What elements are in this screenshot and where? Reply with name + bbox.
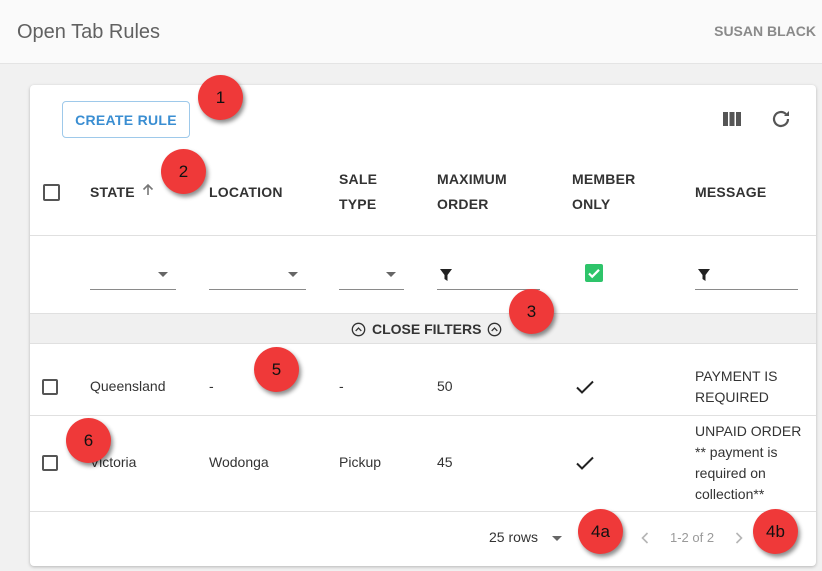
cell-maximum-order: 45 bbox=[437, 454, 453, 470]
cell-location: - bbox=[209, 378, 214, 394]
user-name[interactable]: SUSAN BLACK bbox=[714, 23, 816, 39]
filter-toggle-bar: CLOSE FILTERS bbox=[30, 313, 816, 344]
chevron-left-icon[interactable] bbox=[639, 531, 651, 545]
column-header-sale-type[interactable]: SALE TYPE bbox=[339, 167, 399, 217]
callout-marker: 2 bbox=[161, 149, 206, 194]
column-header-location[interactable]: LOCATION bbox=[209, 180, 283, 205]
callout-marker: 5 bbox=[254, 347, 299, 392]
filter-icon bbox=[698, 269, 710, 281]
row-checkbox[interactable] bbox=[42, 379, 58, 395]
chevron-down-icon bbox=[288, 272, 298, 277]
filter-icon bbox=[440, 269, 452, 281]
cell-sale-type: Pickup bbox=[339, 454, 382, 470]
column-header-state[interactable]: STATE bbox=[90, 180, 135, 205]
select-all-checkbox[interactable] bbox=[43, 184, 60, 201]
check-icon bbox=[576, 456, 594, 470]
chevron-down-icon bbox=[158, 272, 168, 277]
callout-marker: 6 bbox=[66, 418, 111, 463]
callout-marker: 3 bbox=[509, 289, 554, 334]
sort-ascending-icon[interactable] bbox=[140, 182, 156, 198]
page-title: Open Tab Rules bbox=[17, 21, 161, 43]
check-icon bbox=[588, 269, 600, 279]
column-header-message[interactable]: MESSAGE bbox=[695, 180, 766, 205]
cell-sale-type: - bbox=[339, 378, 344, 394]
rules-table-card: CREATE RULE STATE LOCATION SALE TYPE MAX… bbox=[30, 85, 816, 566]
callout-marker: 4a bbox=[578, 509, 623, 554]
close-filters-button[interactable]: CLOSE FILTERS bbox=[351, 320, 502, 338]
chevron-down-icon[interactable] bbox=[552, 536, 562, 541]
create-rule-button[interactable]: CREATE RULE bbox=[62, 101, 190, 138]
rows-per-page-select[interactable]: 25 rows bbox=[489, 529, 538, 545]
divider bbox=[30, 415, 816, 416]
callout-marker: 1 bbox=[198, 75, 243, 120]
chevron-right-icon[interactable] bbox=[733, 531, 745, 545]
member-only-filter-checkbox[interactable] bbox=[585, 264, 603, 282]
sale-type-filter-select[interactable] bbox=[339, 260, 404, 290]
column-header-member-only[interactable]: MEMBER ONLY bbox=[572, 167, 652, 217]
refresh-icon[interactable] bbox=[769, 107, 793, 131]
divider bbox=[30, 511, 816, 512]
pagination-range: 1-2 of 2 bbox=[670, 530, 715, 545]
cell-message: UNPAID ORDER ** payment is required on c… bbox=[695, 423, 802, 502]
maximum-order-filter-input[interactable] bbox=[437, 260, 540, 290]
state-filter-select[interactable] bbox=[90, 260, 176, 290]
app-header: Open Tab Rules SUSAN BLACK bbox=[0, 0, 822, 64]
cell-message: PAYMENT IS REQUIRED bbox=[695, 368, 778, 405]
view-column-icon[interactable] bbox=[720, 107, 744, 131]
chevron-up-circle-icon bbox=[488, 322, 502, 336]
chevron-up-circle-icon bbox=[351, 322, 366, 336]
chevron-down-icon bbox=[386, 272, 396, 277]
divider bbox=[30, 235, 816, 236]
row-checkbox[interactable] bbox=[42, 455, 58, 471]
message-filter-input[interactable] bbox=[695, 260, 798, 290]
check-icon bbox=[576, 380, 594, 394]
cell-state: Queensland bbox=[90, 378, 166, 394]
column-header-maximum-order[interactable]: MAXIMUM ORDER bbox=[437, 167, 537, 217]
close-filters-label: CLOSE FILTERS bbox=[372, 321, 482, 337]
cell-location: Wodonga bbox=[209, 454, 269, 470]
location-filter-select[interactable] bbox=[209, 260, 306, 290]
cell-maximum-order: 50 bbox=[437, 378, 453, 394]
callout-marker: 4b bbox=[753, 509, 798, 554]
